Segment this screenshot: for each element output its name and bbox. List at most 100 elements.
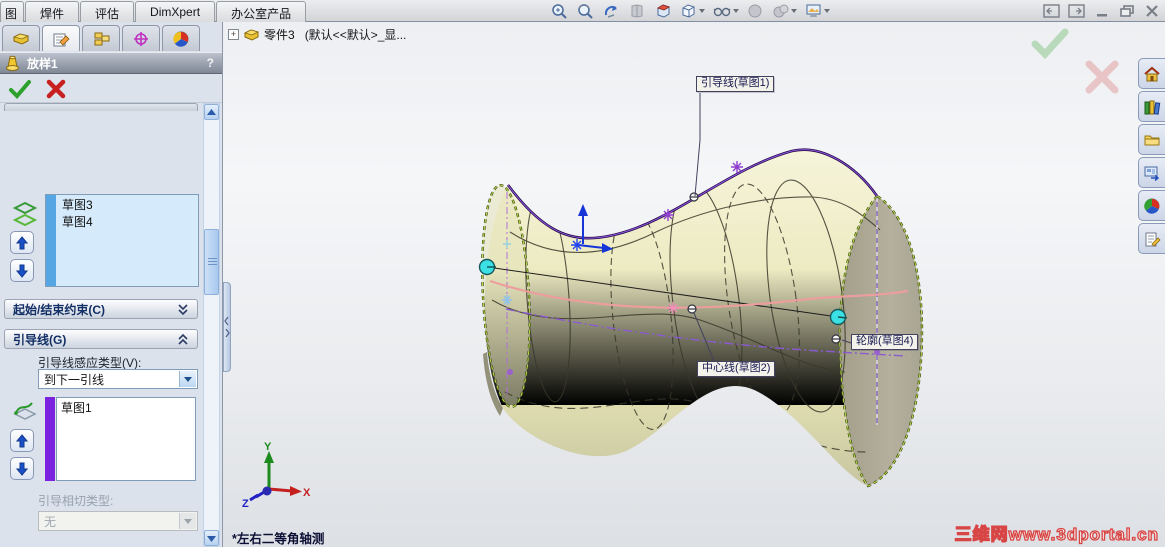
display-style-button[interactable] bbox=[709, 1, 742, 21]
cancel-button[interactable] bbox=[46, 79, 66, 99]
dimxpert-manager-icon bbox=[134, 31, 148, 46]
zoom-to-area-button[interactable] bbox=[572, 1, 598, 21]
zoom-fit-button[interactable] bbox=[546, 1, 572, 21]
start-end-constraints-label: 起始/结束约束(C) bbox=[13, 302, 105, 317]
profiles-move-down-button[interactable] bbox=[10, 259, 34, 282]
dimxpert-manager-tab[interactable] bbox=[122, 25, 160, 51]
scroll-arrow-down-icon bbox=[207, 535, 216, 542]
hide-show-items-button[interactable] bbox=[742, 1, 768, 21]
guide-curves-listbox[interactable]: 草图1 bbox=[56, 397, 196, 481]
guide-curves-header[interactable]: 引导线(G) bbox=[4, 329, 198, 349]
appearances-sphere-icon bbox=[1144, 198, 1160, 214]
property-manager-tab[interactable] bbox=[42, 25, 80, 51]
guide-move-up-button[interactable] bbox=[10, 429, 34, 452]
guide-influence-value: 到下一引线 bbox=[44, 372, 105, 387]
part-name[interactable]: 零件3 bbox=[264, 26, 295, 43]
panel-splitter-handle[interactable] bbox=[223, 282, 231, 372]
edit-appearance-button[interactable] bbox=[768, 1, 801, 21]
task-pane-view-palette-tab[interactable] bbox=[1138, 157, 1165, 188]
rotate-view-icon bbox=[604, 5, 617, 18]
chevron-up-icon bbox=[178, 333, 188, 345]
toggle-left-pane-button[interactable] bbox=[1042, 4, 1061, 19]
profile-callout[interactable]: 轮廓(草图4) bbox=[851, 334, 919, 350]
confirm-ok-icon[interactable] bbox=[1031, 28, 1069, 60]
arrow-up-icon bbox=[16, 235, 28, 249]
guide-list-item[interactable]: 草图1 bbox=[57, 398, 195, 415]
apply-scene-icon bbox=[806, 4, 821, 17]
tab-evaluate[interactable]: 评估 bbox=[80, 1, 135, 22]
view-orientation-icon bbox=[682, 3, 695, 18]
configuration-manager-icon bbox=[94, 32, 110, 45]
tab-office-products[interactable]: 办公室产品 bbox=[216, 1, 307, 22]
start-end-constraints-header[interactable]: 起始/结束约束(C) bbox=[4, 299, 198, 319]
dropdown-button-disabled bbox=[179, 513, 196, 529]
panel-scroll-area: 草图3 草图4 起始/结束约束(C) 引导线(G) 引导线感应类型(V): 到下… bbox=[0, 103, 222, 547]
apply-scene-button[interactable] bbox=[801, 1, 834, 21]
part-config-text: (默认<<默认>_显... bbox=[304, 27, 407, 42]
dropdown-button[interactable] bbox=[179, 371, 196, 387]
pan-icon bbox=[631, 4, 643, 18]
feature-tree-overlay[interactable]: + 零件3 (默认<<默认>_显... bbox=[228, 26, 406, 42]
confirmation-corner bbox=[1031, 28, 1119, 94]
hide-show-items-icon bbox=[748, 4, 762, 18]
view-orientation-button[interactable] bbox=[676, 1, 709, 21]
help-button[interactable]: ? bbox=[207, 56, 214, 70]
chevron-down-icon bbox=[184, 518, 192, 524]
arrow-up-icon bbox=[16, 433, 28, 447]
tab-dimxpert[interactable]: DimXpert bbox=[135, 1, 216, 22]
part-icon bbox=[243, 29, 260, 41]
close-button[interactable] bbox=[1142, 4, 1161, 19]
centerline-callout[interactable]: 中心线(草图2) bbox=[697, 361, 776, 377]
property-manager-panel: 放样1 ? 草图3 草图4 起始/结束约束(C) 引导线(G) 引导线感应类型(… bbox=[0, 22, 223, 547]
task-pane-tabs bbox=[1138, 58, 1165, 254]
profiles-list-item[interactable]: 草图4 bbox=[58, 212, 198, 229]
display-manager-icon bbox=[173, 31, 189, 47]
guide-curve-callout[interactable]: 引导线(草图1) bbox=[696, 76, 775, 92]
task-pane-appearances-tab[interactable] bbox=[1138, 190, 1165, 221]
guide-influence-dropdown[interactable]: 到下一引线 bbox=[38, 369, 198, 389]
arrow-down-icon bbox=[16, 264, 28, 278]
graphics-area[interactable] bbox=[223, 22, 1165, 547]
section-view-button[interactable] bbox=[650, 1, 676, 21]
command-manager-bar: 图 焊件 评估 DimXpert 办公室产品 bbox=[0, 0, 1165, 22]
task-pane-custom-properties-tab[interactable] bbox=[1138, 223, 1165, 254]
guide-callout-stripe bbox=[45, 397, 55, 481]
ok-button[interactable] bbox=[8, 79, 32, 99]
display-manager-tab[interactable] bbox=[162, 25, 200, 51]
toggle-right-pane-button[interactable] bbox=[1067, 4, 1086, 19]
task-pane-design-library-tab[interactable] bbox=[1138, 91, 1165, 122]
profiles-list-item[interactable]: 草图3 bbox=[58, 195, 198, 212]
heads-up-view-toolbar bbox=[546, 1, 834, 21]
custom-properties-icon bbox=[1145, 232, 1161, 247]
task-pane-home-tab[interactable] bbox=[1138, 58, 1165, 89]
profiles-move-up-button[interactable] bbox=[10, 231, 34, 254]
guide-curves-label: 引导线(G) bbox=[13, 332, 67, 347]
guide-move-down-button[interactable] bbox=[10, 457, 34, 480]
profiles-listbox[interactable]: 草图3 草图4 bbox=[45, 194, 199, 287]
scroll-down-button[interactable] bbox=[204, 530, 219, 546]
manager-tab-strip bbox=[2, 25, 202, 52]
scroll-up-button[interactable] bbox=[204, 104, 219, 120]
zoom-fit-icon bbox=[551, 3, 567, 19]
feature-manager-tab[interactable] bbox=[2, 25, 40, 51]
scrollbar-thumb[interactable] bbox=[204, 229, 219, 295]
feature-title-text: 放样1 bbox=[27, 56, 58, 71]
panel-scrollbar[interactable] bbox=[203, 103, 220, 547]
tab-weldments[interactable]: 焊件 bbox=[25, 1, 80, 22]
pan-button[interactable] bbox=[624, 1, 650, 21]
restore-button[interactable] bbox=[1117, 4, 1136, 19]
minimize-button[interactable] bbox=[1092, 4, 1111, 19]
profiles-header-clipped[interactable] bbox=[4, 103, 198, 111]
dropdown-arrow-icon bbox=[824, 9, 830, 13]
tree-expand-box[interactable]: + bbox=[228, 28, 239, 40]
rotate-view-button[interactable] bbox=[598, 1, 624, 21]
guide-tangency-dropdown: 无 bbox=[38, 511, 198, 531]
display-style-icon bbox=[713, 7, 730, 17]
chevron-down-icon bbox=[178, 304, 188, 316]
window-controls bbox=[1042, 2, 1161, 20]
confirm-cancel-icon[interactable] bbox=[1085, 60, 1119, 94]
solidworks-window: Y X Z + 零件3 (默认<<默认>_显... 引导线(草图1) 中心线(草… bbox=[0, 0, 1165, 547]
task-pane-file-explorer-tab[interactable] bbox=[1138, 124, 1165, 155]
tab-sketch-partial[interactable]: 图 bbox=[0, 1, 25, 22]
configuration-manager-tab[interactable] bbox=[82, 25, 120, 51]
